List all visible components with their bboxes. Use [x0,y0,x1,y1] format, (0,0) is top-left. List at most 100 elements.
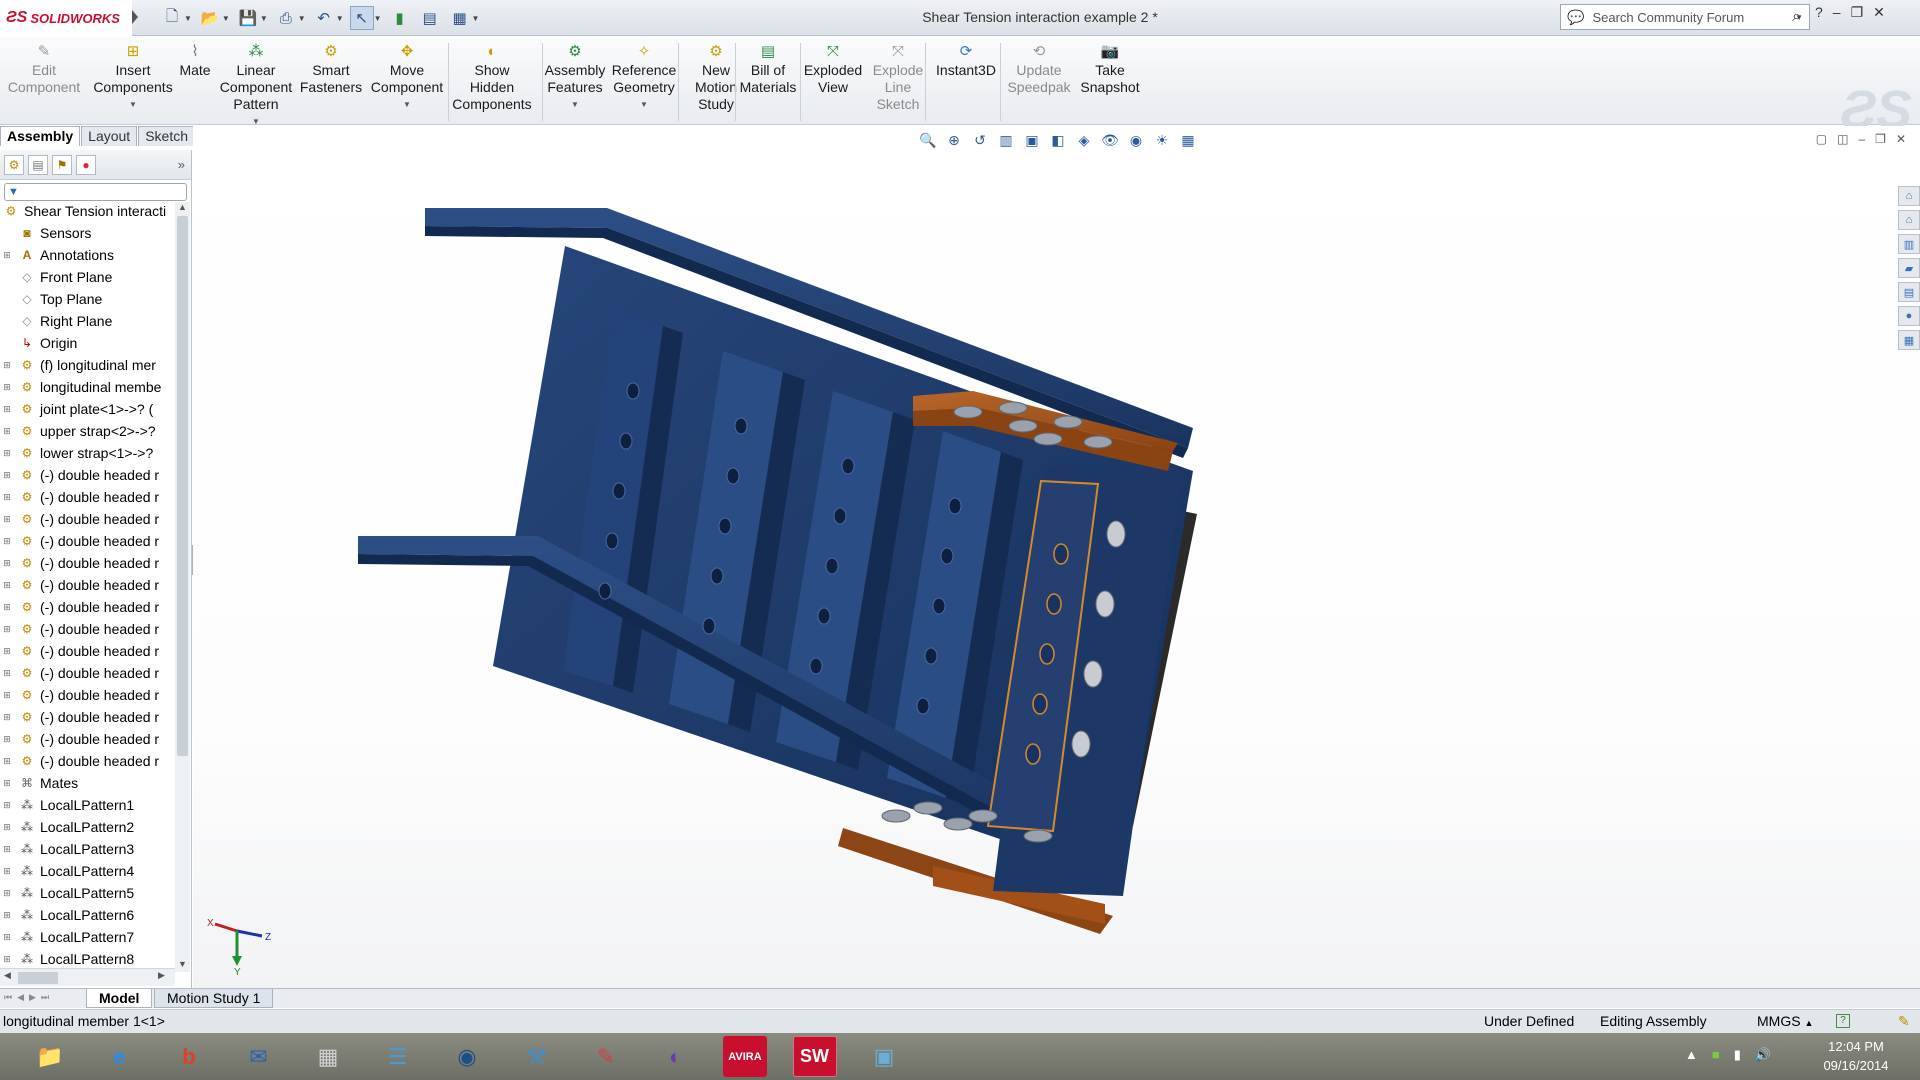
tree-item[interactable]: ⊞ ⚙ (f) longitudinal mer [0,354,174,376]
scroll-thumb[interactable] [18,972,58,984]
taskbar-media-app-icon[interactable]: ◉ [437,1036,497,1077]
feature-tree-hscrollbar[interactable]: ◀ ▶ [0,968,175,986]
cmd-explode-line-sketch-button[interactable]: ⤧ Explode Line Sketch [872,41,924,113]
scroll-thumb[interactable] [177,216,188,756]
taskbar-app-tool-icon[interactable]: ⚒ [507,1036,567,1077]
edit-appearance-icon[interactable]: ◉ [1126,130,1146,150]
tree-filter-input[interactable]: ▼ [4,183,187,201]
tree-item[interactable]: ⊞ A Annotations [0,244,174,266]
tree-item[interactable]: ⊞ ⚙ lower strap<1>->? [0,442,174,464]
zoom-to-fit-icon[interactable]: 🔍 [918,130,938,150]
cmd-smart-fasteners-button[interactable]: ⚙ Smart Fasteners [300,41,362,96]
scroll-down-icon[interactable]: ▼ [175,959,190,972]
tree-item[interactable]: ⊞ ⚙ (-) double headed r [0,530,174,552]
cmd-instant3d-button[interactable]: ⟳ Instant3D [935,41,997,79]
tree-item[interactable]: ⊞ ⚙ (-) double headed r [0,640,174,662]
tree-item[interactable]: ⊞ ⁂ LocalLPattern4 [0,860,174,882]
graphics-area[interactable]: 🔍 ⊕ ↺ ▥ ▣ ◧ ◈ 👁 ◉ ☀ ▦ ▢ ◫ – ❐ ✕ ⌂ ⌂ ▥ ▰ … [193,126,1920,988]
expand-tabs-icon[interactable]: » [178,157,185,172]
expand-icon[interactable]: ⊞ [2,580,12,591]
select-pointer-icon[interactable]: ↖ [349,6,374,30]
design-library-icon[interactable]: ⌂ [1898,210,1920,230]
chevron-down-icon[interactable]: ▼ [260,14,268,23]
taskbar-network-app-icon[interactable]: ☰ [368,1036,428,1077]
cmd-exploded-view-button[interactable]: ⤧ Exploded View [804,41,862,96]
chevron-down-icon[interactable]: ▼ [129,96,137,113]
tree-item[interactable]: ⊞ ⁂ LocalLPattern1 [0,794,174,816]
view-settings-icon[interactable]: ▦ [1178,130,1198,150]
scroll-up-icon[interactable]: ▲ [175,202,190,215]
file-explorer-icon[interactable]: ▥ [1898,234,1920,254]
tree-item[interactable]: ⊞ ⌘ Mates [0,772,174,794]
tree-item[interactable]: ⊞ ⁂ LocalLPattern7 [0,926,174,948]
property-manager-tab-icon[interactable]: ▤ [28,154,48,175]
chevron-down-icon[interactable]: ▼ [184,14,192,23]
tree-item[interactable]: ⊞ ⚙ (-) double headed r [0,662,174,684]
tree-item[interactable]: ⊞ ⚙ (-) double headed r [0,552,174,574]
expand-icon[interactable]: ⊞ [2,360,12,371]
expand-icon[interactable]: ⊞ [2,668,12,679]
hide-show-items-icon[interactable]: 👁 [1100,130,1120,150]
restore-icon[interactable]: ❐ [1875,132,1886,146]
cmd-edit-component-button[interactable]: ✎ Edit Component [8,41,80,96]
units-selector[interactable]: MMGS ▲ [1757,1010,1813,1035]
taskbar-calculator-icon[interactable]: ▦ [298,1036,358,1077]
expand-icon[interactable]: ⊞ [2,822,12,833]
tab-motion-study-1[interactable]: Motion Study 1 [154,989,274,1008]
tree-item[interactable]: ⊞ ⚙ (-) double headed r [0,464,174,486]
expand-icon[interactable]: ⊞ [2,602,12,613]
tree-item[interactable]: ⊞ ⚙ (-) double headed r [0,596,174,618]
expand-icon[interactable]: ⊞ [2,492,12,503]
search-community-input[interactable]: 💬 Search Community Forum ⌕ ▼ [1560,4,1810,30]
expand-icon[interactable]: ⊞ [2,536,12,547]
dynamic-annotation-icon[interactable]: ▣ [1022,130,1042,150]
minimize-icon[interactable]: – [1858,132,1865,146]
chevron-down-icon[interactable]: ▼ [403,96,411,113]
cmd-insert-components-button[interactable]: ⊞ Insert Components ▼ [93,41,172,113]
expand-icon[interactable]: ⊞ [2,624,12,635]
tree-item[interactable]: ⊞ ⚙ (-) double headed r [0,750,174,772]
tree-item[interactable]: ⊞ ⚙ (-) double headed r [0,508,174,530]
taskbar-avira-icon[interactable]: AVIRA [723,1036,767,1077]
chevron-down-icon[interactable]: ▼ [571,96,579,113]
expand-icon[interactable]: ⊞ [2,756,12,767]
cmd-linear-pattern-button[interactable]: ⁂ Linear Component Pattern ▼ [218,41,294,130]
tree-item[interactable]: ⊞ ⁂ LocalLPattern5 [0,882,174,904]
tree-item[interactable]: ⊞ ⚙ (-) double headed r [0,574,174,596]
apply-scene-icon[interactable]: ☀ [1152,130,1172,150]
chevron-down-icon[interactable]: ▼ [472,14,480,23]
expand-icon[interactable]: ⊞ [2,734,12,745]
volume-icon[interactable]: 🔊 [1755,1047,1771,1063]
expand-icon[interactable]: ⊞ [2,470,12,481]
cmd-speedpak-button[interactable]: ⟲ Update Speedpak [1007,41,1070,96]
expand-icon[interactable]: ⊞ [2,778,12,789]
view-orientation-icon[interactable]: ◧ [1048,130,1068,150]
tree-item[interactable]: ◇ Front Plane [0,266,174,288]
cmd-motion-study-button[interactable]: ⚙ New Motion Study [694,41,738,113]
open-folder-icon[interactable]: 📂 [198,6,222,30]
custom-properties-icon[interactable]: ▦ [1898,330,1920,350]
taskbar-bing-icon[interactable]: b [159,1036,219,1077]
menu-flyout-arrow-icon[interactable] [132,10,138,24]
tree-item[interactable]: ⊞ ⁂ LocalLPattern6 [0,904,174,926]
expand-icon[interactable]: ⊞ [2,448,12,459]
expand-icon[interactable]: ⊞ [2,954,12,965]
help-status-icon[interactable]: ? [1836,1014,1850,1028]
tab-model[interactable]: Model [86,989,153,1008]
tree-item[interactable]: ◙ Sensors [0,222,174,244]
tree-item[interactable]: ⊞ ⁂ LocalLPattern3 [0,838,174,860]
scroll-right-icon[interactable]: ▶ [158,970,165,981]
appearances-icon[interactable]: ● [1898,306,1920,326]
feature-tree-tab-icon[interactable]: ⚙ [4,154,24,175]
file-properties-icon[interactable]: ▤ [418,6,442,30]
show-hidden-icons-icon[interactable]: ▲ [1685,1047,1698,1063]
tab-assembly[interactable]: Assembly [0,126,81,146]
tree-root-assembly[interactable]: ⚙ Shear Tension interacti [0,200,174,222]
display-manager-tab-icon[interactable]: ● [76,154,96,175]
view-palette-icon[interactable]: ▤ [1898,282,1920,302]
save-icon[interactable]: 💾 [236,6,260,30]
options-icon[interactable]: ▦ [448,6,472,30]
minimize-icon[interactable]: – [1833,4,1841,21]
taskbar-internet-explorer-icon[interactable]: e [90,1036,150,1077]
tree-item[interactable]: ◇ Top Plane [0,288,174,310]
